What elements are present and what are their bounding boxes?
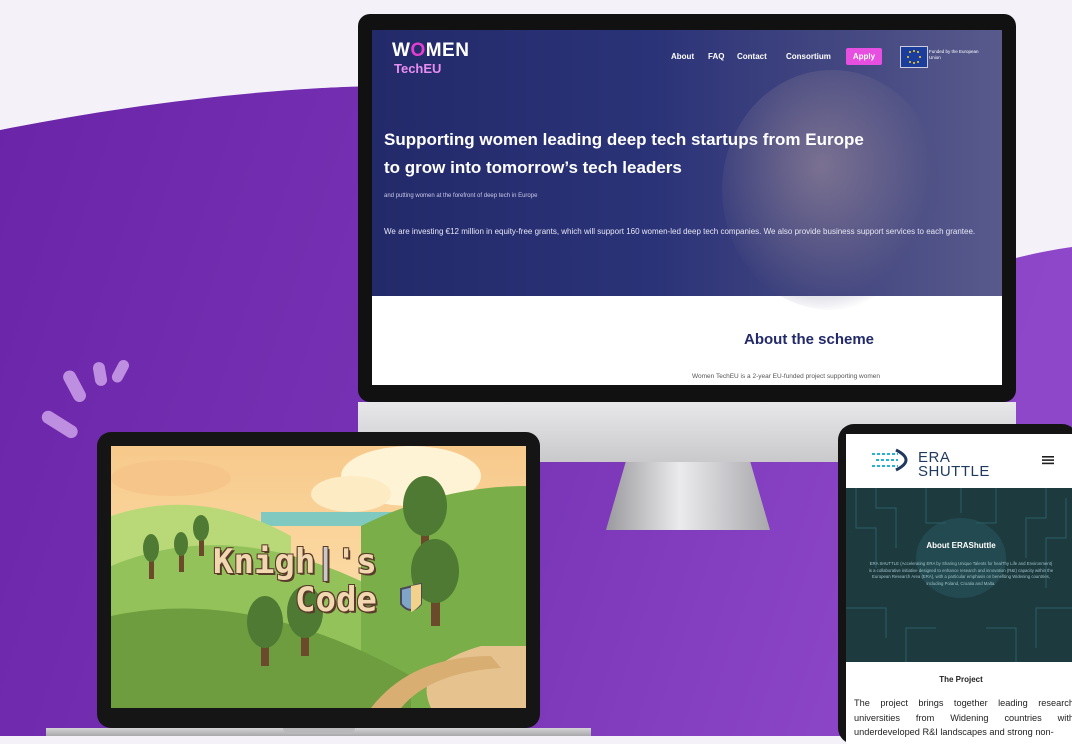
about-era-text: ERA SHUTTLE (Accelerating ERA by Sharing… — [868, 561, 1054, 586]
hero-headline-1: Supporting women leading deep tech start… — [384, 130, 864, 149]
hero-subheadline: and putting women at the forefront of de… — [384, 193, 538, 199]
women-logo-sub: TechEU — [394, 61, 442, 76]
nav-faq[interactable]: FAQ — [708, 52, 724, 61]
erashuttle-screen: ERA SHUTTLE About ERAShuttle ERA SHUTTLE … — [846, 434, 1072, 744]
eu-flag-icon — [900, 46, 928, 68]
about-scheme-text: Women TechEU is a 2-year EU-funded proje… — [692, 373, 880, 380]
hero-photo — [722, 70, 942, 310]
hero-headline-2: to grow into tomorrow’s tech leaders — [384, 158, 682, 177]
apply-button[interactable]: Apply — [846, 48, 882, 65]
hero-section: WOMEN TechEU About FAQ Contact Consortiu… — [372, 30, 1002, 310]
women-techeu-screen: WOMEN TechEU About FAQ Contact Consortiu… — [372, 30, 1002, 385]
laptop-notch — [283, 728, 355, 734]
shield-icon — [400, 582, 422, 612]
monitor-stand — [606, 462, 770, 530]
women-logo[interactable]: WOMEN — [392, 41, 469, 60]
knights-code-game-screen: Knigh|'s Code — [111, 446, 526, 708]
era-logo-text[interactable]: ERA SHUTTLE — [918, 450, 990, 479]
eu-funding-label: Funded by the European Union — [929, 49, 979, 60]
nav-contact[interactable]: Contact — [737, 52, 767, 61]
nav-about[interactable]: About — [671, 52, 694, 61]
about-era-title: About ERAShuttle — [926, 541, 996, 550]
era-header: ERA SHUTTLE — [846, 434, 1072, 488]
nav-consortium[interactable]: Consortium — [786, 52, 831, 61]
hero-paragraph: We are investing €12 million in equity-f… — [384, 227, 976, 236]
project-title: The Project — [939, 675, 983, 684]
game-title-line2: Code — [295, 580, 377, 620]
game-title-line1: Knigh|'s — [213, 542, 377, 582]
hamburger-menu-icon[interactable] — [1042, 454, 1054, 466]
project-text: The project brings together leading rese… — [854, 698, 1072, 737]
era-shuttle-logo-icon[interactable] — [872, 448, 916, 472]
about-scheme-title: About the scheme — [744, 331, 875, 348]
